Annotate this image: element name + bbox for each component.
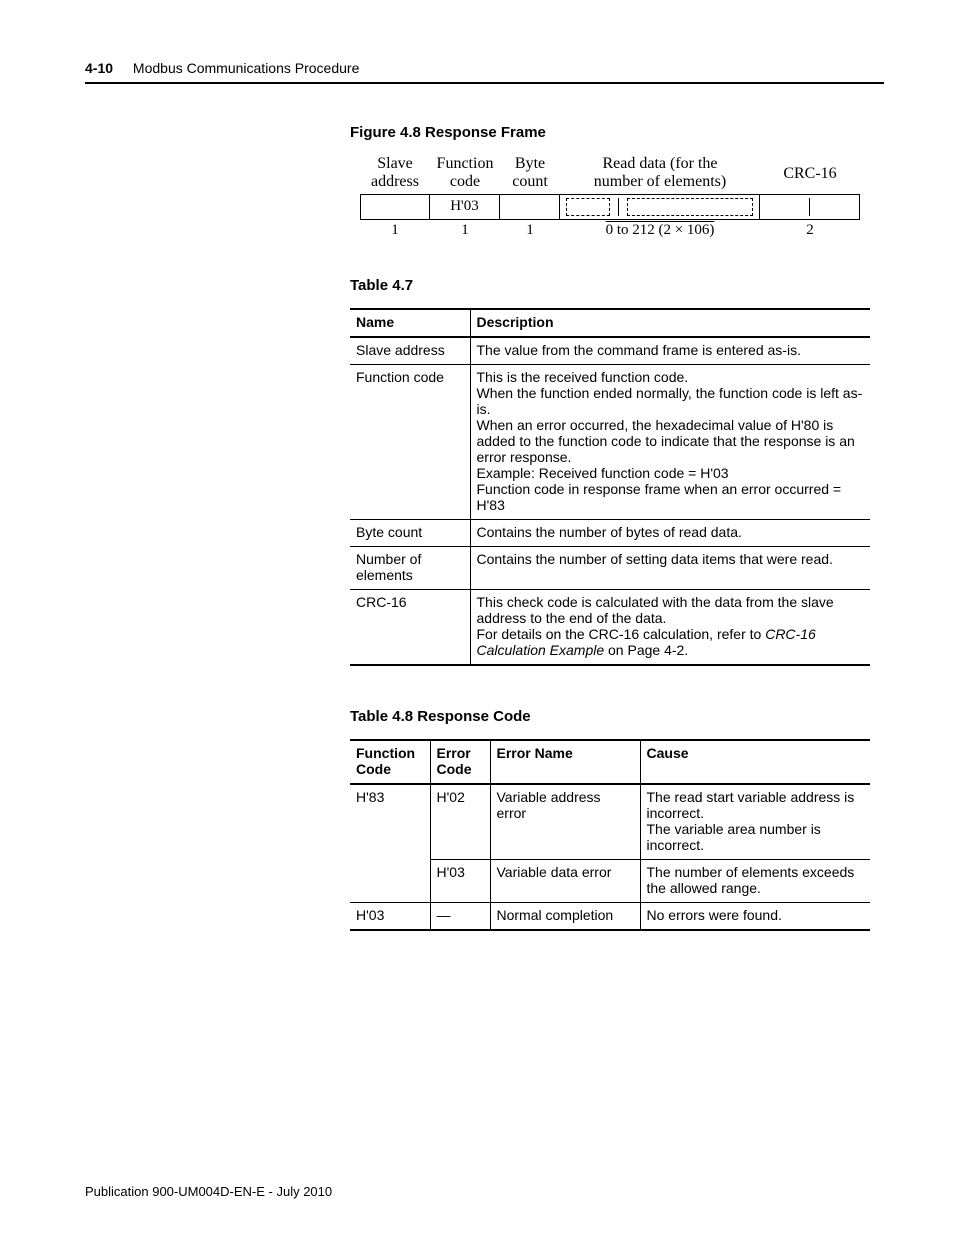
frame-value-row: H'03 (360, 194, 870, 220)
frame-bytes-crc: 2 (760, 222, 860, 239)
data-separator (618, 198, 619, 216)
response-frame-diagram: Slave address Function code Byte count R… (360, 155, 870, 239)
table48: Function Code Error Code Error Name Caus… (350, 739, 870, 931)
table-row: Number of elements Contains the number o… (350, 546, 870, 589)
table-row: Slave address The value from the command… (350, 337, 870, 365)
frame-cell-byte (500, 194, 560, 220)
table47: Name Description Slave address The value… (350, 308, 870, 666)
frame-col-func-label: Function code (430, 155, 500, 192)
table48-c2: H'03 (430, 859, 490, 902)
frame-cell-slave (360, 194, 430, 220)
table47-head-name: Name (350, 309, 470, 337)
table48-c1: H'03 (350, 902, 430, 930)
running-header: 4-10 Modbus Communications Procedure (85, 60, 884, 76)
table47-name: Slave address (350, 337, 470, 365)
table47-desc: The value from the command frame is ente… (470, 337, 870, 365)
main-content: Figure 4.8 Response Frame Slave address … (350, 124, 870, 931)
table-row: CRC-16 This check code is calculated wit… (350, 589, 870, 665)
crc-separator (809, 198, 810, 216)
frame-bytes-func: 1 (430, 222, 500, 239)
table48-c4: The number of elements exceeds the allow… (640, 859, 870, 902)
frame-col-slave-label: Slave address (360, 155, 430, 192)
frame-col-byte-label: Byte count (500, 155, 560, 192)
table48-c2: — (430, 902, 490, 930)
table-row: H'83 H'02 Variable address error The rea… (350, 784, 870, 860)
table47-name: Number of elements (350, 546, 470, 589)
table47-head-desc: Description (470, 309, 870, 337)
table48-head-c4: Cause (640, 740, 870, 784)
page-number: 4-10 (85, 60, 113, 76)
table47-desc: Contains the number of setting data item… (470, 546, 870, 589)
table48-head-c3: Error Name (490, 740, 640, 784)
frame-header-row: Slave address Function code Byte count R… (360, 155, 870, 192)
table47-head-row: Name Description (350, 309, 870, 337)
document-page: 4-10 Modbus Communications Procedure Fig… (0, 0, 954, 1235)
frame-bytecount-row: 1 1 1 0 to 212 (2 × 106) 2 (360, 222, 870, 239)
table48-c2: H'02 (430, 784, 490, 860)
data-element-box (566, 198, 610, 216)
table48-c3: Variable data error (490, 859, 640, 902)
table-row: H'03 — Normal completion No errors were … (350, 902, 870, 930)
frame-bytes-byte: 1 (500, 222, 560, 239)
spacer (350, 666, 870, 708)
section-title: Modbus Communications Procedure (133, 60, 359, 76)
table48-c3: Normal completion (490, 902, 640, 930)
table47-name: Function code (350, 364, 470, 519)
table47-desc: This check code is calculated with the d… (470, 589, 870, 665)
frame-col-data-label: Read data (for the number of elements) (560, 155, 760, 192)
table-row: Function code This is the received funct… (350, 364, 870, 519)
table48-head-c1: Function Code (350, 740, 430, 784)
frame-col-crc-label: CRC-16 (760, 165, 860, 191)
table47-desc: This is the received function code. When… (470, 364, 870, 519)
table47-caption: Table 4.7 (350, 277, 870, 294)
table48-caption: Table 4.8 Response Code (350, 708, 870, 725)
table48-c4: The read start variable address is incor… (640, 784, 870, 860)
frame-cell-data (560, 194, 760, 220)
table47-desc: Contains the number of bytes of read dat… (470, 519, 870, 546)
table48-c4: No errors were found. (640, 902, 870, 930)
table48-head-c2: Error Code (430, 740, 490, 784)
frame-bytes-data: 0 to 212 (2 × 106) (560, 222, 760, 239)
header-rule (85, 82, 884, 84)
frame-cell-func: H'03 (430, 194, 500, 220)
table-row: H'03 Variable data error The number of e… (350, 859, 870, 902)
table-row: Byte count Contains the number of bytes … (350, 519, 870, 546)
publication-footer: Publication 900-UM004D-EN-E - July 2010 (85, 1184, 332, 1199)
table48-c1 (350, 859, 430, 902)
frame-bytes-slave: 1 (360, 222, 430, 239)
table47-name: Byte count (350, 519, 470, 546)
frame-cell-crc (760, 194, 860, 220)
table48-c1: H'83 (350, 784, 430, 860)
data-element-box (627, 198, 754, 216)
table48-c3: Variable address error (490, 784, 640, 860)
table48-head-row: Function Code Error Code Error Name Caus… (350, 740, 870, 784)
figure-caption: Figure 4.8 Response Frame (350, 124, 870, 141)
table47-name: CRC-16 (350, 589, 470, 665)
